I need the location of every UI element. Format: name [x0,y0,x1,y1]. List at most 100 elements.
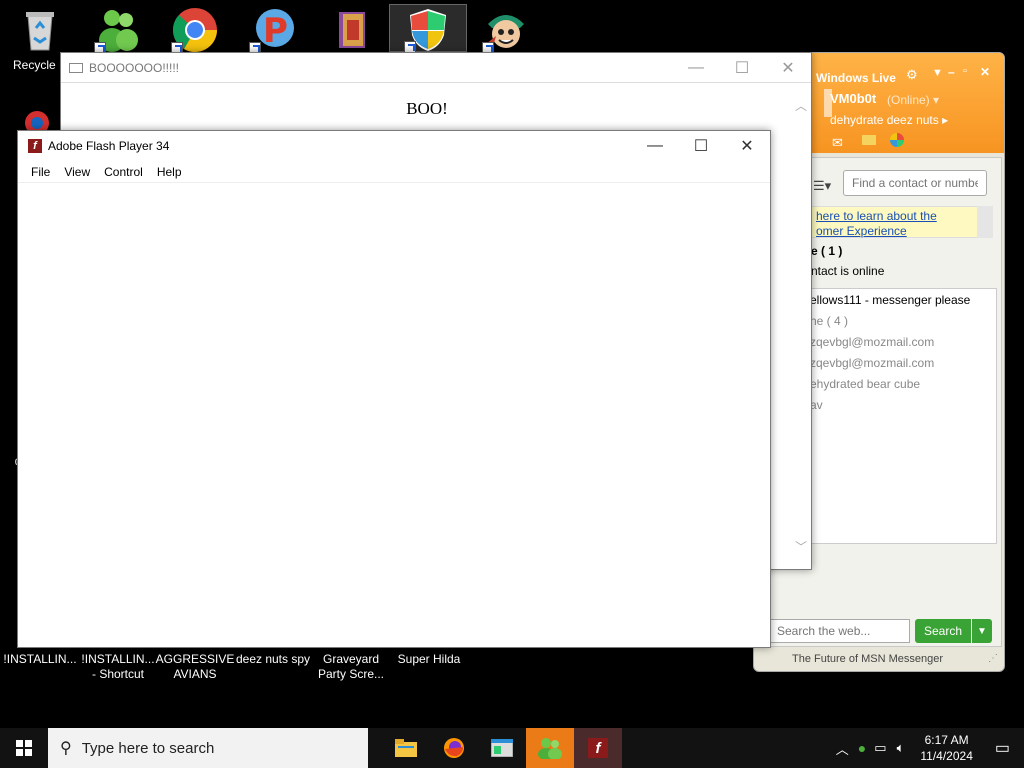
chevron-up-icon[interactable]: ︿ [831,739,854,758]
taskbar-flash[interactable]: f [574,728,622,768]
window-title: BOOOOOOO!!!!! [89,60,180,75]
msn-username: VM0b0t [830,91,877,106]
desktop-icon-label: !INSTALLIN... - Shortcut [81,652,155,681]
chrome-icon [171,6,219,54]
notification-icon[interactable]: ▭ [983,738,1024,758]
menu-help[interactable]: Help [150,165,189,179]
winrar-icon [327,6,375,54]
mail-icon[interactable]: ✉ [832,135,843,151]
close-button[interactable]: ✕ [765,53,811,82]
desktop-icon-label: deez nuts spy [235,652,311,666]
banner-scrollbar[interactable] [977,206,993,238]
clock[interactable]: 6:17 AM 11/4/2024 [910,732,983,764]
desktop-icon-installer-shortcut[interactable]: !INSTALLIN... - Shortcut [78,652,158,682]
minimize-button[interactable]: — [632,131,678,161]
maximize-icon[interactable]: ▫ [963,65,967,77]
menu-control[interactable]: Control [97,165,150,179]
taskbar-firefox[interactable] [430,728,478,768]
search-icon: ⚲ [60,740,72,757]
system-tray: ︿ ● ▭ 🔈︎ 6:17 AM 11/4/2024 ▭ [831,728,1024,768]
msn-tray-icon[interactable]: ● [854,740,870,756]
desktop-icon-label: !INSTALLIN... [3,652,77,666]
desktop-icon-label: Graveyard Party Scre... [317,652,385,681]
desktop-icon-p-app[interactable]: P [233,6,313,58]
taskbar-msn[interactable] [526,728,574,768]
banner-link[interactable]: omer Experience [812,224,990,239]
desktop-icon-security[interactable] [389,4,467,53]
menu-bar: File View Control Help [18,161,770,183]
chevron-up-icon[interactable]: ︿ [791,97,811,114]
desktop-icon-super-hilda[interactable]: Super Hilda [389,652,469,667]
desktop-icon-installer[interactable]: !INSTALLIN... [0,652,80,667]
list-item[interactable]: zqevbgl@mozmail.com [810,335,934,349]
desktop-icon-msn[interactable] [78,6,158,58]
menu-view[interactable]: View [57,165,97,179]
clock-time: 6:17 AM [924,733,969,747]
cartoon-character-icon [482,6,530,54]
desktop-icon-graveyard-party[interactable]: Graveyard Party Scre... [311,652,391,682]
list-item[interactable]: zqevbgl@mozmail.com [810,356,934,370]
list-item[interactable]: ellows111 - messenger please [810,293,970,307]
security-shield-icon [404,5,452,53]
folder-icon [395,739,417,757]
desktop-icon-character[interactable] [466,6,546,58]
maximize-button[interactable]: ☐ [678,131,724,161]
taskbar-file-explorer[interactable] [382,728,430,768]
list-item[interactable]: ehydrated bear cube [810,377,920,391]
volume-icon[interactable]: 🔈︎ [891,740,911,756]
desktop-icon-label: Recycle B [12,58,68,72]
msn-people-icon [538,738,562,759]
network-icon[interactable]: ▭ [870,740,890,756]
scrollbar[interactable]: ︿ ﹀ [791,85,811,569]
group-header-online[interactable]: e ( 1 ) [811,244,842,258]
desktop-icon-deez-nuts-spy[interactable]: deez nuts spy [233,652,313,667]
boo-titlebar[interactable]: BOOOOOOO!!!!! — ☐ ✕ [61,53,811,83]
list-view-icon[interactable]: ☰▾ [813,178,831,194]
group-header-offline[interactable]: he ( 4 ) [810,314,848,328]
desktop-icon-label: AGGRESSIVE AVIANS [155,652,235,681]
search-button[interactable]: Search [915,619,971,643]
contact-search-input[interactable] [843,170,987,196]
desktop-icon-aggressive-avians[interactable]: AGGRESSIVE AVIANS [155,652,235,682]
flash-icon: f [28,139,42,153]
contact-list: ellows111 - messenger please he ( 4 ) zq… [799,288,997,544]
taskbar-app-window[interactable] [478,728,526,768]
close-button[interactable]: ✕ [724,131,770,161]
maximize-button[interactable]: ☐ [719,53,765,82]
clock-date: 11/4/2024 [920,749,973,763]
resize-grip-icon[interactable]: ⋰ [988,653,998,664]
banner-link[interactable]: here to learn about the [812,207,990,224]
app-icon [69,62,83,73]
windows-logo-icon [16,740,32,756]
menu-file[interactable]: File [24,165,57,179]
web-search-input[interactable] [770,619,910,643]
desktop-icon-chrome[interactable] [155,6,235,58]
flash-titlebar[interactable]: f Adobe Flash Player 34 — ☐ ✕ [18,131,770,161]
minimize-icon[interactable]: – [948,65,955,79]
msn-people-icon [94,6,142,54]
close-icon[interactable]: ✕ [980,65,990,79]
firefox-icon [444,738,464,758]
msn-settings-icon[interactable]: ⚙ [906,67,918,83]
window-title: Adobe Flash Player 34 [48,139,170,153]
p-logo-icon: P [249,6,297,54]
folder-icon[interactable] [862,135,876,145]
chevron-down-icon[interactable]: ﹀ [791,538,811,555]
desktop-icon-label: Super Hilda [397,652,461,666]
msn-status[interactable]: (Online) ▾ [887,93,939,107]
desktop-icon-archive[interactable] [311,6,391,58]
msn-footer[interactable]: The Future of MSN Messenger [792,653,943,665]
chevron-down-icon[interactable]: ▼ [972,619,992,643]
flash-stage[interactable] [18,183,770,647]
taskbar: ⚲ Type here to search f ︿ ● ▭ 🔈︎ 6:17 AM… [0,728,1024,768]
minimize-button[interactable]: — [673,53,719,82]
msn-personal-message[interactable]: dehydrate deez nuts ▸ [830,113,948,127]
boo-content: BOO! [406,99,448,118]
msn-butterfly-icon[interactable] [890,133,904,147]
group-note: ntact is online [811,264,885,278]
taskbar-search-box[interactable]: ⚲ Type here to search [48,728,368,768]
start-button[interactable] [0,728,48,768]
flash-player-window: f Adobe Flash Player 34 — ☐ ✕ File View … [17,130,771,648]
chevron-down-icon[interactable]: ▼ [932,67,943,79]
info-banner[interactable]: here to learn about the omer Experience [811,206,991,238]
